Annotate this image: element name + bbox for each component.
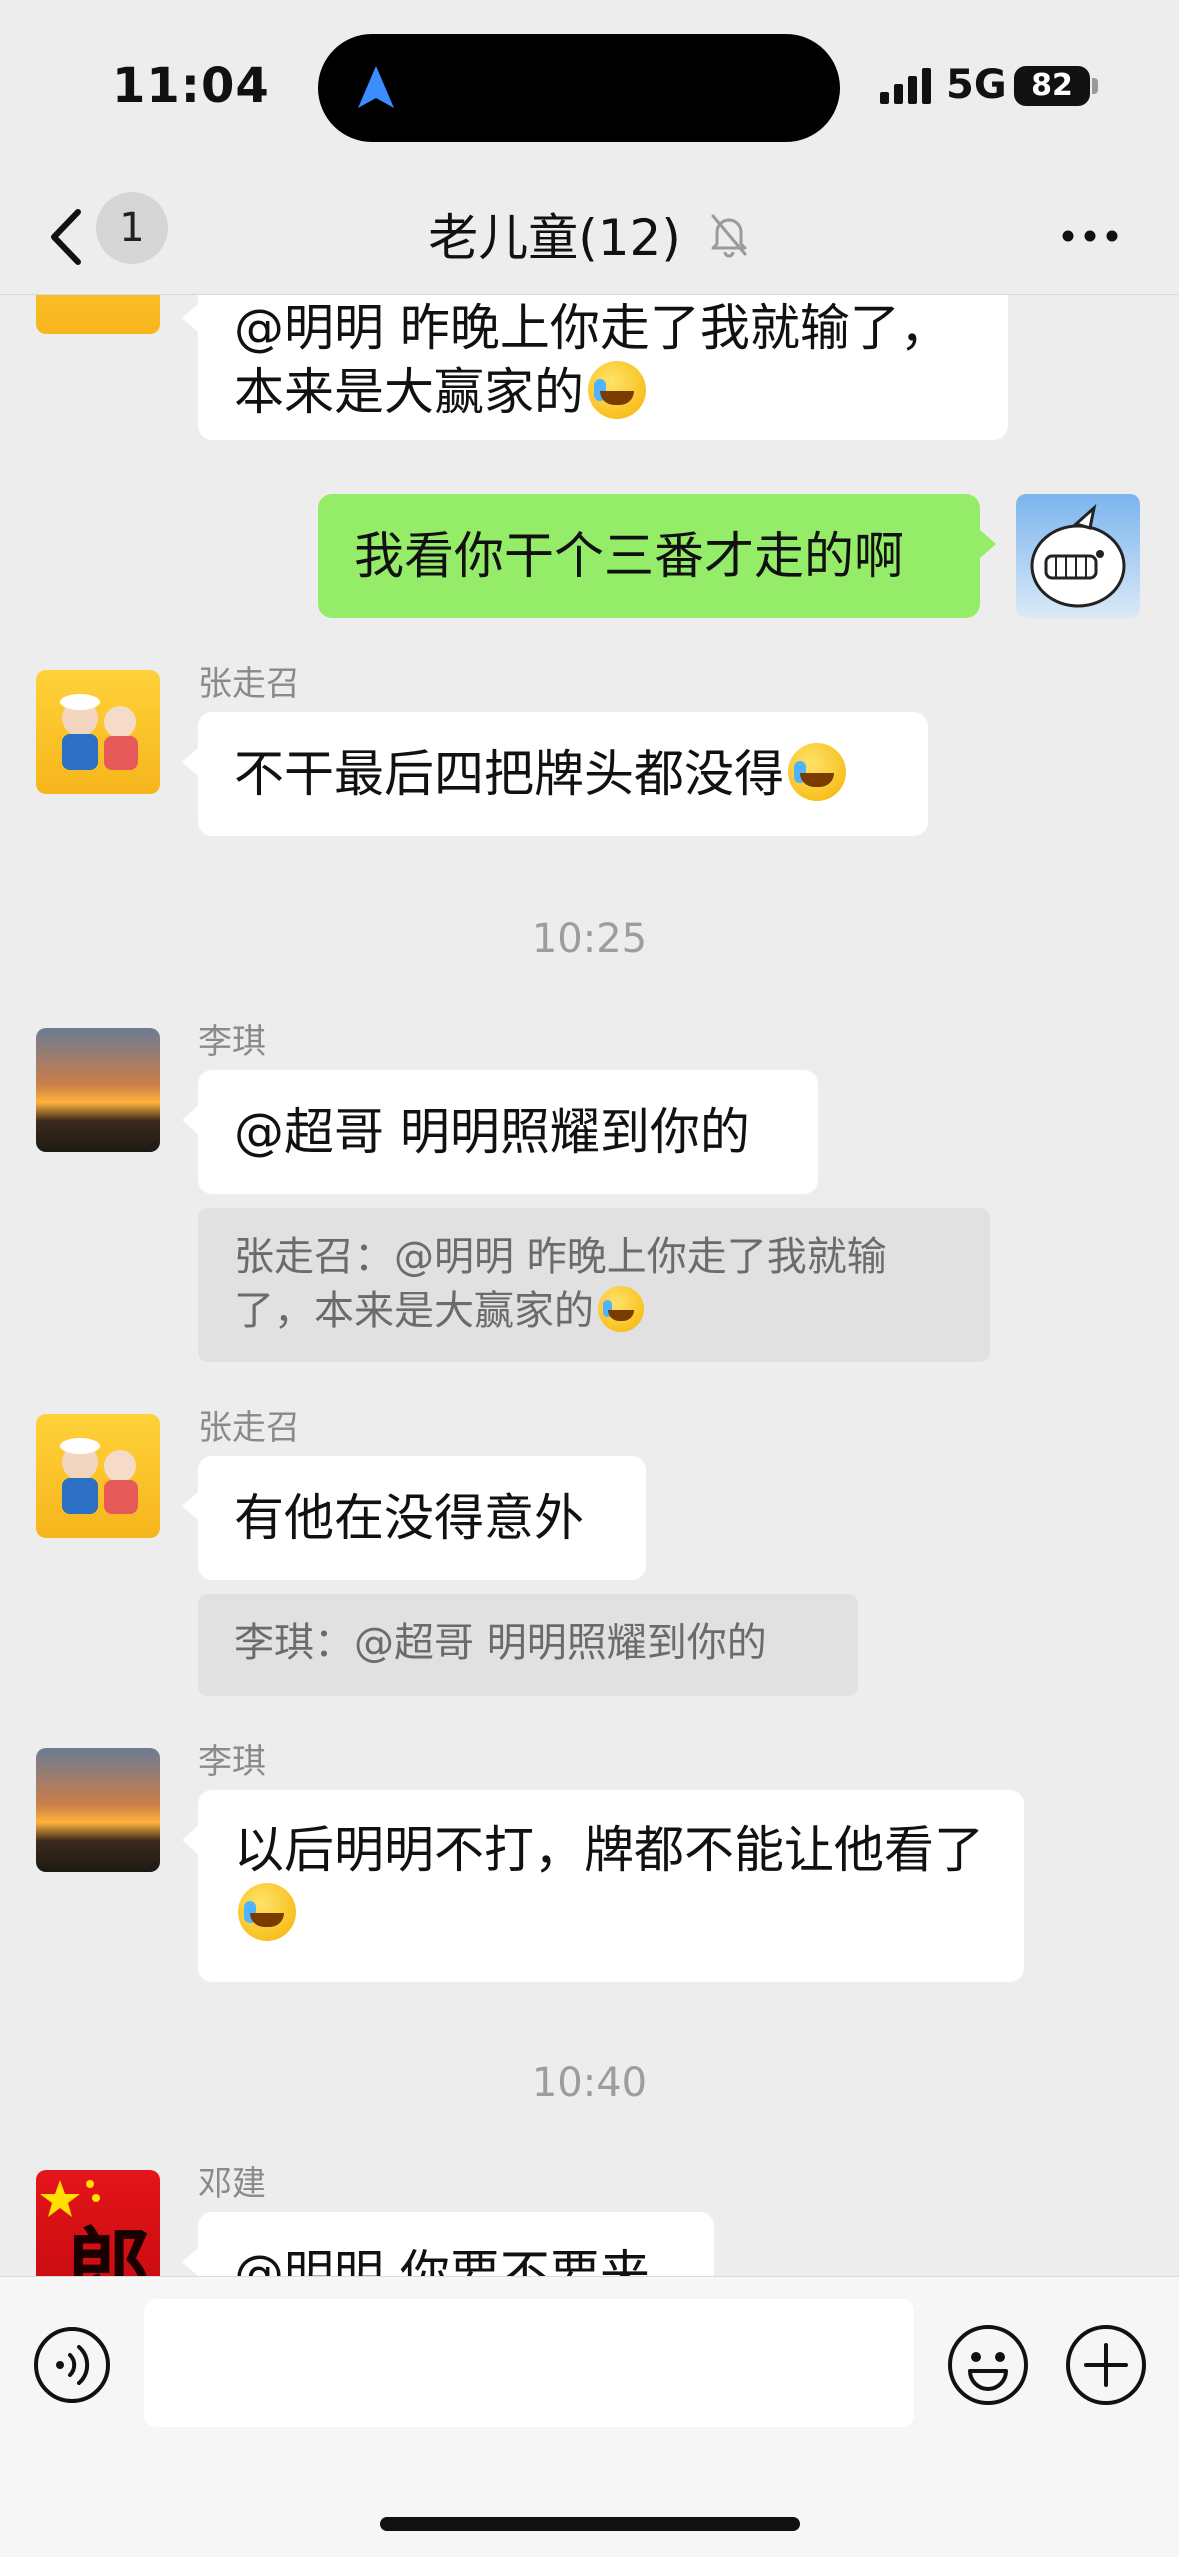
avatar[interactable]: [36, 1748, 160, 1872]
more-options-icon[interactable]: [1060, 206, 1120, 266]
status-time: 11:04: [112, 58, 270, 114]
sender-name: 张走召: [198, 1408, 300, 1448]
network-type: 5G: [946, 62, 1007, 108]
battery-tip: [1092, 78, 1098, 94]
chat-title: 老儿童(12): [0, 198, 1179, 270]
avatar-char: 郎: [66, 2218, 152, 2276]
crying-laughing-emoji-icon: [598, 1286, 644, 1332]
sender-name: 张走召: [198, 664, 300, 704]
message-text: @超哥 明明照耀到你的: [234, 1103, 750, 1161]
avatar[interactable]: 郎: [36, 2170, 160, 2276]
message-text: 以后明明不打，牌都不能让他看了: [234, 1821, 984, 1879]
location-arrow-icon: [358, 66, 394, 108]
message-bubble[interactable]: 不干最后四把牌头都没得: [182, 712, 928, 836]
status-bar: 11:04 5G 82: [0, 0, 1179, 180]
crying-laughing-emoji-icon: [788, 743, 846, 801]
home-indicator[interactable]: [380, 2517, 800, 2531]
emoji-icon[interactable]: [946, 2323, 1030, 2407]
quote-text: 李琪：@超哥 明明照耀到你的: [234, 1620, 767, 1666]
avatar[interactable]: [36, 670, 160, 794]
cellular-signal-icon: [880, 68, 931, 104]
quoted-message[interactable]: 张走召：@明明 昨晚上你走了我就输了，本来是大赢家的: [198, 1208, 990, 1362]
plus-icon[interactable]: [1064, 2323, 1148, 2407]
message-text: 我看你干个三番才走的啊: [354, 527, 904, 585]
chat-title-text: 老儿童(12): [428, 209, 681, 267]
message-bubble[interactable]: @明明 你要不要来: [182, 2212, 714, 2276]
sender-name: 李琪: [198, 1022, 266, 1062]
quoted-message[interactable]: 李琪：@超哥 明明照耀到你的: [198, 1594, 858, 1696]
message-text: 有他在没得意外: [234, 1489, 584, 1547]
my-avatar[interactable]: [1016, 494, 1140, 618]
crying-laughing-emoji-icon: [238, 1883, 296, 1941]
sender-name: 邓建: [198, 2164, 266, 2204]
muted-bell-icon: [711, 214, 747, 258]
dynamic-island: [318, 34, 840, 142]
message-bubble[interactable]: @超哥 明明照耀到你的: [182, 1070, 818, 1194]
chat-header: 1 老儿童(12): [0, 180, 1179, 295]
message-bubble[interactable]: 有他在没得意外: [182, 1456, 646, 1580]
battery-icon: 82: [1014, 66, 1090, 106]
timestamp: 10:25: [531, 916, 648, 962]
crying-laughing-emoji-icon: [588, 361, 646, 419]
message-input[interactable]: [144, 2299, 914, 2427]
quote-text: 张走召：@明明 昨晚上你走了我就输了，本来是大赢家的: [234, 1234, 887, 1334]
avatar[interactable]: [36, 1414, 160, 1538]
timestamp: 10:40: [531, 2060, 648, 2106]
input-bar: [0, 2276, 1179, 2557]
voice-input-icon[interactable]: [32, 2325, 112, 2405]
sender-name: 李琪: [198, 1742, 266, 1782]
chat-area[interactable]: @明明 昨晚上你走了我就输了，本来是大赢家的 我看你干个三番才走的啊 张走召 不…: [0, 0, 1179, 2276]
message-bubble-sent[interactable]: 我看你干个三番才走的啊: [318, 494, 996, 618]
message-bubble[interactable]: 以后明明不打，牌都不能让他看了: [182, 1790, 1024, 1982]
avatar[interactable]: [36, 1028, 160, 1152]
message-text: 不干最后四把牌头都没得: [234, 745, 784, 803]
message-text: @明明 你要不要来: [234, 2245, 650, 2276]
